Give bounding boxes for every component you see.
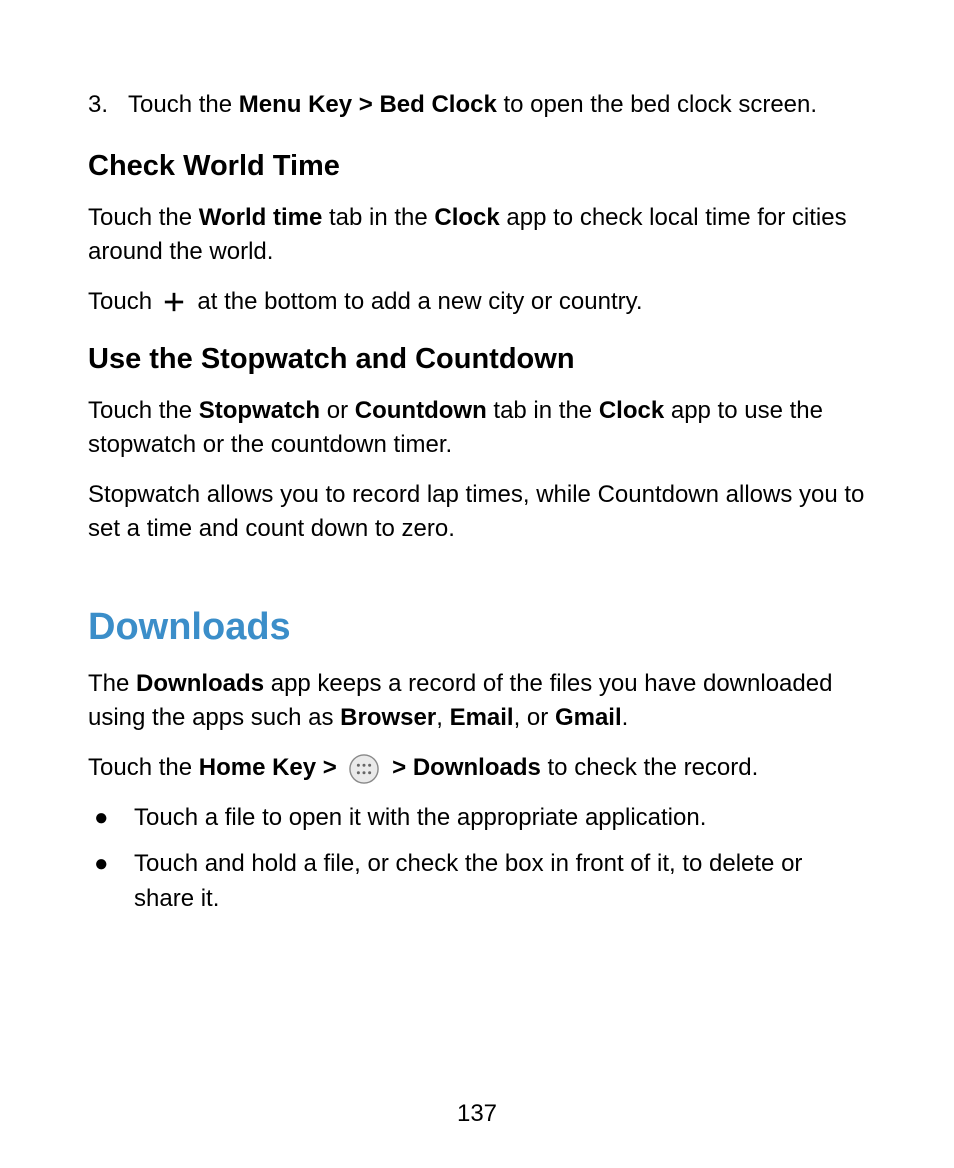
- paragraph: Stopwatch allows you to record lap times…: [88, 478, 866, 546]
- text: Touch the: [88, 754, 199, 781]
- text: at the bottom to add a new city or count…: [197, 288, 642, 315]
- list-text: Touch a file to open it with the appropr…: [134, 801, 866, 835]
- text: tab in the: [322, 204, 434, 231]
- text: Touch: [88, 288, 159, 315]
- text: or: [320, 397, 355, 424]
- heading-downloads: Downloads: [88, 606, 866, 649]
- text-bold: Countdown: [355, 397, 487, 424]
- text: to open the bed clock screen.: [497, 91, 817, 118]
- text-bold: World time: [199, 204, 323, 231]
- text-bold: Email: [450, 704, 514, 731]
- text-bold: Downloads: [136, 670, 264, 697]
- paragraph: The Downloads app keeps a record of the …: [88, 667, 866, 735]
- step-number: 3.: [88, 88, 128, 122]
- step-text: Touch the Menu Key > Bed Clock to open t…: [128, 88, 866, 122]
- text: Touch the: [88, 204, 199, 231]
- heading-check-world-time: Check World Time: [88, 150, 866, 183]
- paragraph: Touch at the bottom to add a new city or…: [88, 285, 866, 319]
- heading-stopwatch-countdown: Use the Stopwatch and Countdown: [88, 343, 866, 376]
- paragraph: Touch the Stopwatch or Countdown tab in …: [88, 394, 866, 462]
- bullet-icon: ●: [88, 801, 134, 835]
- page: 3. Touch the Menu Key > Bed Clock to ope…: [0, 0, 954, 1168]
- ordered-step-3: 3. Touch the Menu Key > Bed Clock to ope…: [88, 88, 866, 122]
- text-bold: Stopwatch: [199, 397, 320, 424]
- page-number: 137: [0, 1100, 954, 1128]
- text: The: [88, 670, 136, 697]
- text-bold: Home Key >: [199, 754, 344, 781]
- text: tab in the: [487, 397, 599, 424]
- text-bold: > Downloads: [392, 754, 541, 781]
- text-bold: Gmail: [555, 704, 622, 731]
- bullet-list: ● Touch a file to open it with the appro…: [88, 801, 866, 915]
- text: .: [622, 704, 629, 731]
- plus-icon: [163, 291, 185, 313]
- paragraph: Touch the World time tab in the Clock ap…: [88, 201, 866, 269]
- text-bold: Clock: [434, 204, 499, 231]
- paragraph: Touch the Home Key > > Downloads to chec…: [88, 751, 866, 785]
- text: ,: [436, 704, 449, 731]
- text-bold: Menu Key > Bed Clock: [239, 91, 497, 118]
- list-text: Touch and hold a file, or check the box …: [134, 847, 866, 915]
- text: Touch the: [88, 397, 199, 424]
- list-item: ● Touch a file to open it with the appro…: [88, 801, 866, 835]
- list-item: ● Touch and hold a file, or check the bo…: [88, 847, 866, 915]
- text: Touch the: [128, 91, 239, 118]
- bullet-icon: ●: [88, 847, 134, 881]
- text: , or: [514, 704, 555, 731]
- text-bold: Browser: [340, 704, 436, 731]
- text-bold: Clock: [599, 397, 664, 424]
- apps-grid-icon: [349, 754, 379, 784]
- text: to check the record.: [541, 754, 758, 781]
